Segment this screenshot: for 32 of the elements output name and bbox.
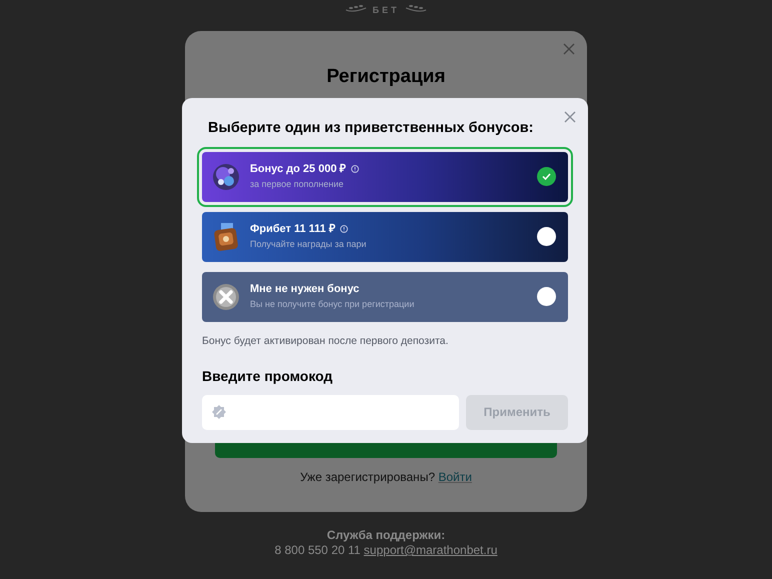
chest-icon: [212, 222, 240, 252]
info-icon[interactable]: [350, 165, 359, 174]
sphere-icon: [212, 162, 240, 191]
radio-button[interactable]: [537, 287, 556, 306]
modal-title: Регистрация: [326, 65, 446, 89]
check-icon: [542, 173, 551, 180]
close-icon[interactable]: [564, 111, 576, 123]
support-label: Служба поддержки:: [326, 528, 446, 543]
option-subtitle: Получайте награды за пари: [250, 238, 366, 252]
option-title: Бонус до 25 000 ₽: [250, 162, 346, 176]
promo-label: Введите промокод: [202, 366, 334, 386]
radio-button[interactable]: [537, 167, 556, 186]
dialog-heading: Выберите один из приветственных бонусов:: [208, 119, 534, 138]
option-subtitle: Вы не получите бонус при регистрации: [250, 298, 414, 312]
support-phone: 8 800 550 20 11: [274, 543, 360, 557]
bonus-option[interactable]: Мне не нужен бонус Вы не получите бонус при регистрации: [202, 272, 568, 322]
laurel-icon: [405, 4, 428, 13]
bonus-option[interactable]: Фрибет 11 111 ₽ Получайте награды за пари: [202, 212, 568, 262]
login-prompt: Уже зарегистрированы? Войти: [300, 468, 472, 486]
logo-text: БЕТ: [372, 4, 400, 17]
radio-button[interactable]: [537, 227, 556, 246]
promo-code-field[interactable]: [202, 394, 459, 430]
option-title: Фрибет 11 111 ₽: [250, 222, 335, 236]
cancel-icon: [212, 282, 240, 311]
support-email-link[interactable]: support@marathonbet.ru: [364, 543, 498, 557]
bonus-note: Бонус будет активирован после первого депозита.: [202, 334, 450, 349]
promo-badge-icon: [212, 405, 226, 419]
option-title: Мне не нужен бонус: [250, 282, 360, 296]
option-subtitle: за первое пополнение: [250, 178, 344, 192]
info-icon[interactable]: [340, 225, 348, 234]
laurel-icon: [344, 4, 366, 13]
bonus-option[interactable]: Бонус до 25 000 ₽ за первое пополнение: [202, 152, 568, 202]
